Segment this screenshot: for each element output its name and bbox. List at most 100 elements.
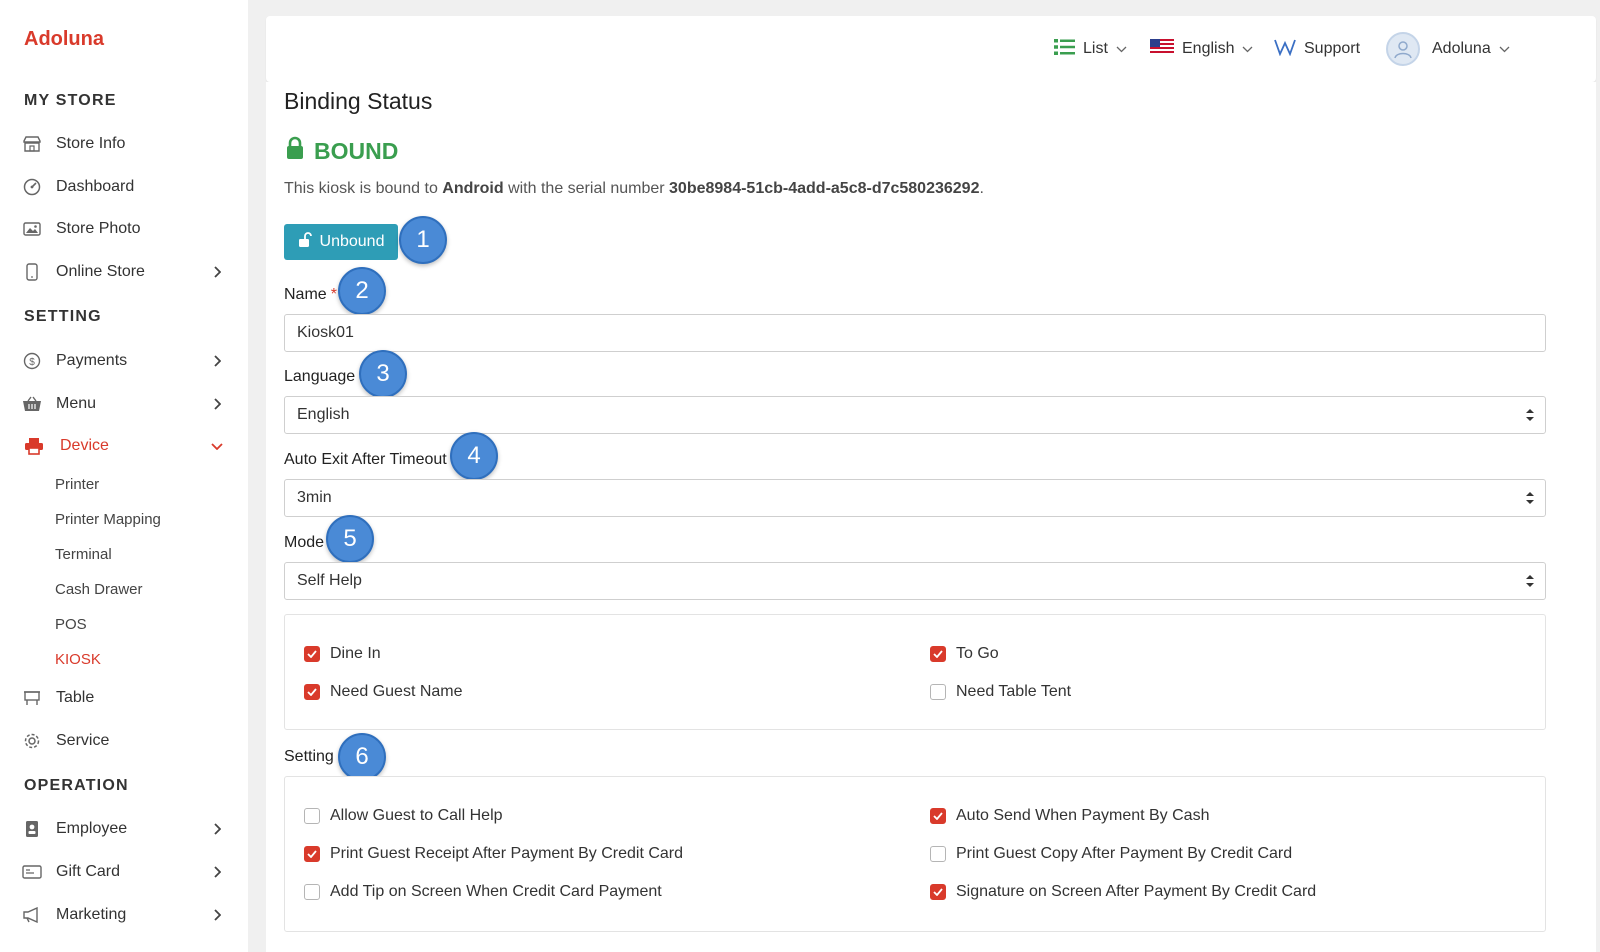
support-link[interactable]: Support (1274, 16, 1360, 82)
dashboard-gauge-icon (22, 177, 42, 197)
checkbox-label: Print Guest Receipt After Payment By Cre… (330, 845, 684, 862)
sidebar-subitem-pos[interactable]: POS (55, 616, 87, 633)
desc-text: . (979, 180, 984, 197)
sidebar-subitem-kiosk[interactable]: KIOSK (55, 651, 101, 668)
settings-options-box: Allow Guest to Call Help Auto Send When … (284, 776, 1546, 932)
checkbox-print-guest-copy[interactable]: Print Guest Copy After Payment By Credit… (930, 845, 1292, 863)
step-badge-5: 5 (326, 515, 374, 563)
user-menu-dropdown[interactable]: Adoluna (1386, 16, 1510, 82)
list-icon (1054, 38, 1075, 61)
sidebar-item-label: Dashboard (56, 178, 135, 195)
checkbox-need-guest-name[interactable]: Need Guest Name (304, 683, 463, 701)
brand-logo[interactable]: Adoluna (24, 28, 104, 51)
sidebar-item-device[interactable]: Device (0, 428, 248, 464)
setting-label: Setting (284, 748, 334, 765)
user-name: Adoluna (1432, 40, 1491, 57)
sidebar-item-label: Employee (56, 820, 128, 837)
sidebar-item-menu[interactable]: Menu (0, 386, 248, 422)
checkbox[interactable] (304, 846, 320, 862)
sidebar-subitem-cash-drawer[interactable]: Cash Drawer (55, 581, 143, 598)
select-arrows-icon (1526, 409, 1534, 421)
order-options-box: Dine In To Go Need Guest Name Need Table… (284, 614, 1546, 730)
sidebar-subitem-printer-mapping[interactable]: Printer Mapping (55, 511, 161, 528)
checkbox-dine-in[interactable]: Dine In (304, 645, 381, 663)
chevron-down-icon (210, 439, 224, 453)
gift-card-icon (22, 862, 42, 882)
lock-icon (286, 136, 304, 166)
checkbox-to-go[interactable]: To Go (930, 645, 999, 663)
sidebar-item-label: Online Store (56, 263, 145, 280)
step-badge-4: 4 (450, 432, 498, 480)
sidebar-item-dashboard[interactable]: Dashboard (0, 169, 248, 205)
checkbox-label: Auto Send When Payment By Cash (956, 807, 1210, 824)
checkbox-label: Print Guest Copy After Payment By Credit… (956, 845, 1293, 862)
chevron-right-icon (210, 822, 224, 836)
sidebar-item-online-store[interactable]: Online Store (0, 254, 248, 290)
sidebar-subitem-printer[interactable]: Printer (55, 476, 99, 493)
checkbox-add-tip-on-screen[interactable]: Add Tip on Screen When Credit Card Payme… (304, 883, 662, 901)
section-title-my-store: MY STORE (24, 92, 117, 109)
chevron-right-icon (210, 908, 224, 922)
checkbox[interactable] (304, 684, 320, 700)
mobile-phone-icon (22, 262, 42, 282)
sidebar: Adoluna MY STORE Store Info Dashboard St… (0, 0, 248, 952)
sidebar-item-marketing[interactable]: Marketing (0, 897, 248, 933)
select-arrows-icon (1526, 492, 1534, 504)
checkbox[interactable] (304, 808, 320, 824)
checkbox-signature-on-screen[interactable]: Signature on Screen After Payment By Cre… (930, 883, 1316, 901)
unbound-label: Unbound (319, 233, 385, 250)
badge-number: 6 (355, 743, 369, 770)
sidebar-item-label: Menu (56, 395, 97, 412)
sidebar-item-payments[interactable]: $ Payments (0, 343, 248, 379)
badge-number: 4 (467, 442, 481, 469)
gear-icon (22, 731, 42, 751)
sidebar-item-gift-card[interactable]: Gift Card (0, 854, 248, 890)
checkbox[interactable] (930, 846, 946, 862)
desc-text: with the serial number (503, 180, 670, 197)
checkbox-print-guest-receipt[interactable]: Print Guest Receipt After Payment By Cre… (304, 845, 683, 863)
name-input[interactable]: Kiosk01 (284, 314, 1546, 352)
sidebar-subitem-terminal[interactable]: Terminal (55, 546, 112, 563)
select-arrows-icon (1526, 575, 1534, 587)
sidebar-item-store-photo[interactable]: Store Photo (0, 211, 248, 247)
language-select-value: English (297, 406, 350, 423)
mode-select[interactable]: Self Help (284, 562, 1546, 600)
language-dropdown[interactable]: English (1150, 16, 1253, 82)
checkbox-label: Signature on Screen After Payment By Cre… (956, 883, 1317, 900)
sidebar-item-service[interactable]: Service (0, 723, 248, 759)
checkbox[interactable] (930, 808, 946, 824)
sidebar-item-employee[interactable]: Employee (0, 811, 248, 847)
step-badge-2: 2 (338, 267, 386, 315)
sidebar-item-label: Store Info (56, 135, 126, 152)
checkbox[interactable] (930, 646, 946, 662)
binding-description: This kiosk is bound to Android with the … (284, 180, 984, 198)
list-view-dropdown[interactable]: List (1054, 16, 1127, 82)
checkbox-auto-send-cash[interactable]: Auto Send When Payment By Cash (930, 807, 1209, 825)
top-header: List English Support Adoluna (266, 16, 1596, 82)
checkbox[interactable] (930, 684, 946, 700)
checkbox-label: Need Guest Name (330, 683, 463, 700)
checkbox[interactable] (304, 884, 320, 900)
step-badge-1: 1 (399, 216, 447, 264)
sidebar-item-label: Device (60, 437, 109, 454)
unlock-icon (298, 231, 312, 253)
checkbox-label: Dine In (330, 645, 381, 662)
chevron-right-icon (210, 354, 224, 368)
timeout-select[interactable]: 3min (284, 479, 1546, 517)
chevron-right-icon (210, 865, 224, 879)
checkbox-allow-guest-call-help[interactable]: Allow Guest to Call Help (304, 807, 503, 825)
megaphone-icon (22, 905, 42, 925)
sidebar-item-table[interactable]: Table (0, 680, 248, 716)
sidebar-item-label: Gift Card (56, 863, 121, 880)
language-select[interactable]: English (284, 396, 1546, 434)
checkbox[interactable] (304, 646, 320, 662)
status-label: BOUND (314, 137, 399, 164)
w-logo-icon (1274, 38, 1296, 61)
checkbox-label: To Go (956, 645, 999, 662)
unbound-button[interactable]: Unbound (284, 224, 398, 260)
chevron-right-icon (210, 397, 224, 411)
sidebar-item-store-info[interactable]: Store Info (0, 126, 248, 162)
desc-text: This kiosk is bound to (284, 180, 443, 197)
checkbox[interactable] (930, 884, 946, 900)
checkbox-need-table-tent[interactable]: Need Table Tent (930, 683, 1071, 701)
